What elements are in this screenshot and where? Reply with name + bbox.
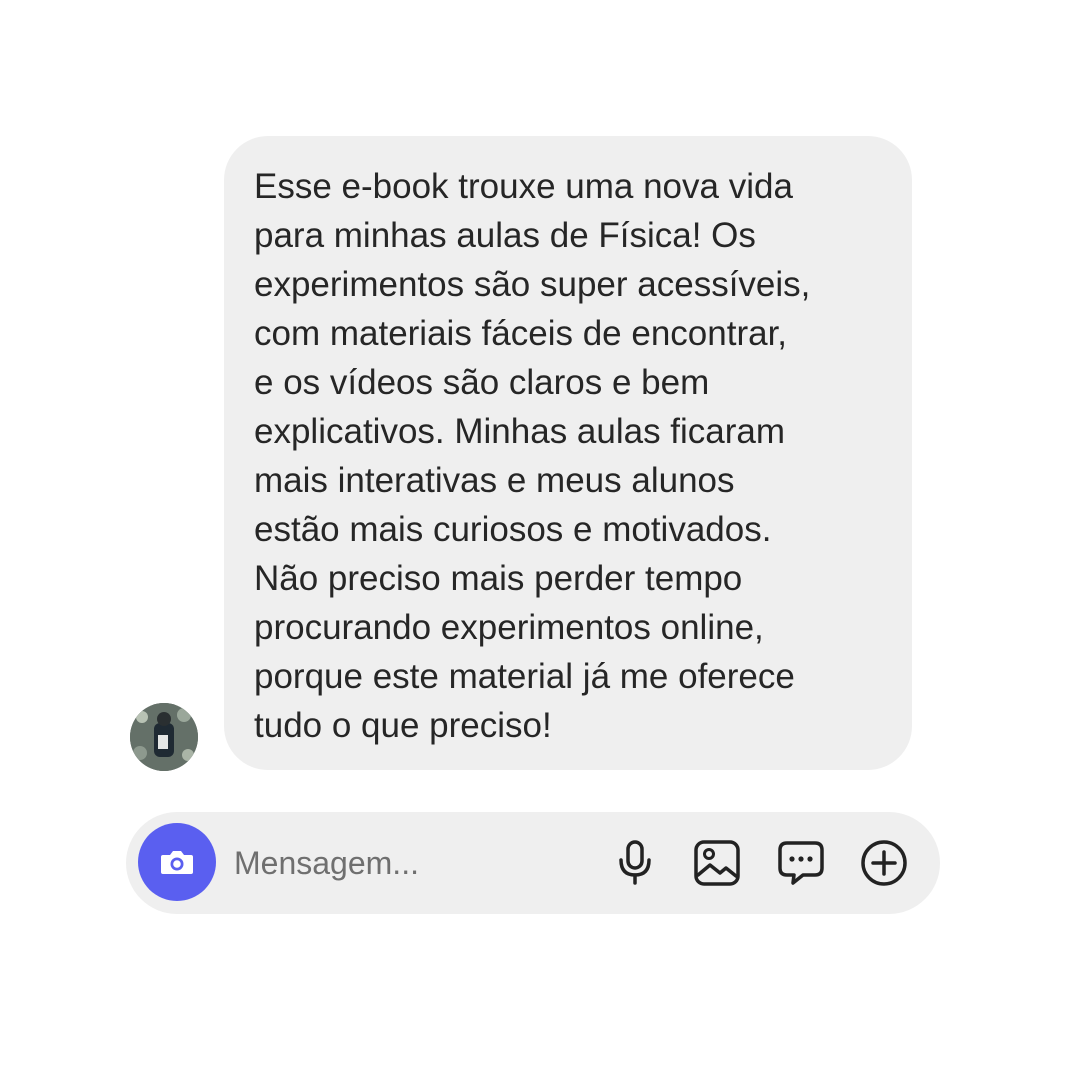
gallery-button[interactable] (692, 838, 742, 888)
plus-circle-icon (861, 840, 907, 886)
camera-button[interactable] (138, 823, 216, 901)
camera-icon (161, 851, 193, 874)
message-line: com materiais fáceis de encontrar, (254, 314, 788, 353)
message-line: porque este material já me oferece (254, 657, 795, 696)
message-line: estão mais curiosos e motivados. (254, 510, 772, 549)
microphone-button[interactable] (610, 838, 660, 888)
message-line: Esse e-book trouxe uma nova vida (254, 167, 793, 206)
message-composer (126, 812, 940, 914)
message-line: experimentos são super acessíveis, (254, 265, 811, 304)
message-bubble: Esse e-book trouxe uma nova vida para mi… (224, 136, 912, 770)
message-line: explicativos. Minhas aulas ficaram (254, 412, 786, 451)
message-input[interactable] (234, 838, 594, 888)
chat-bubble-icon (778, 841, 824, 885)
message-line: tudo o que preciso! (254, 706, 552, 745)
message-line: para minhas aulas de Física! Os (254, 216, 756, 255)
message-line: mais interativas e meus alunos (254, 461, 735, 500)
message-line: e os vídeos são claros e bem (254, 363, 710, 402)
image-icon (694, 840, 740, 886)
avatar-image (130, 703, 198, 771)
avatar[interactable] (130, 703, 198, 771)
chat-button[interactable] (776, 838, 826, 888)
add-button[interactable] (859, 838, 909, 888)
message-line: Não preciso mais perder tempo (254, 559, 743, 598)
chat-thread: Esse e-book trouxe uma nova vida para mi… (0, 0, 1080, 1080)
microphone-icon (619, 840, 651, 885)
message-line: procurando experimentos online, (254, 608, 764, 647)
